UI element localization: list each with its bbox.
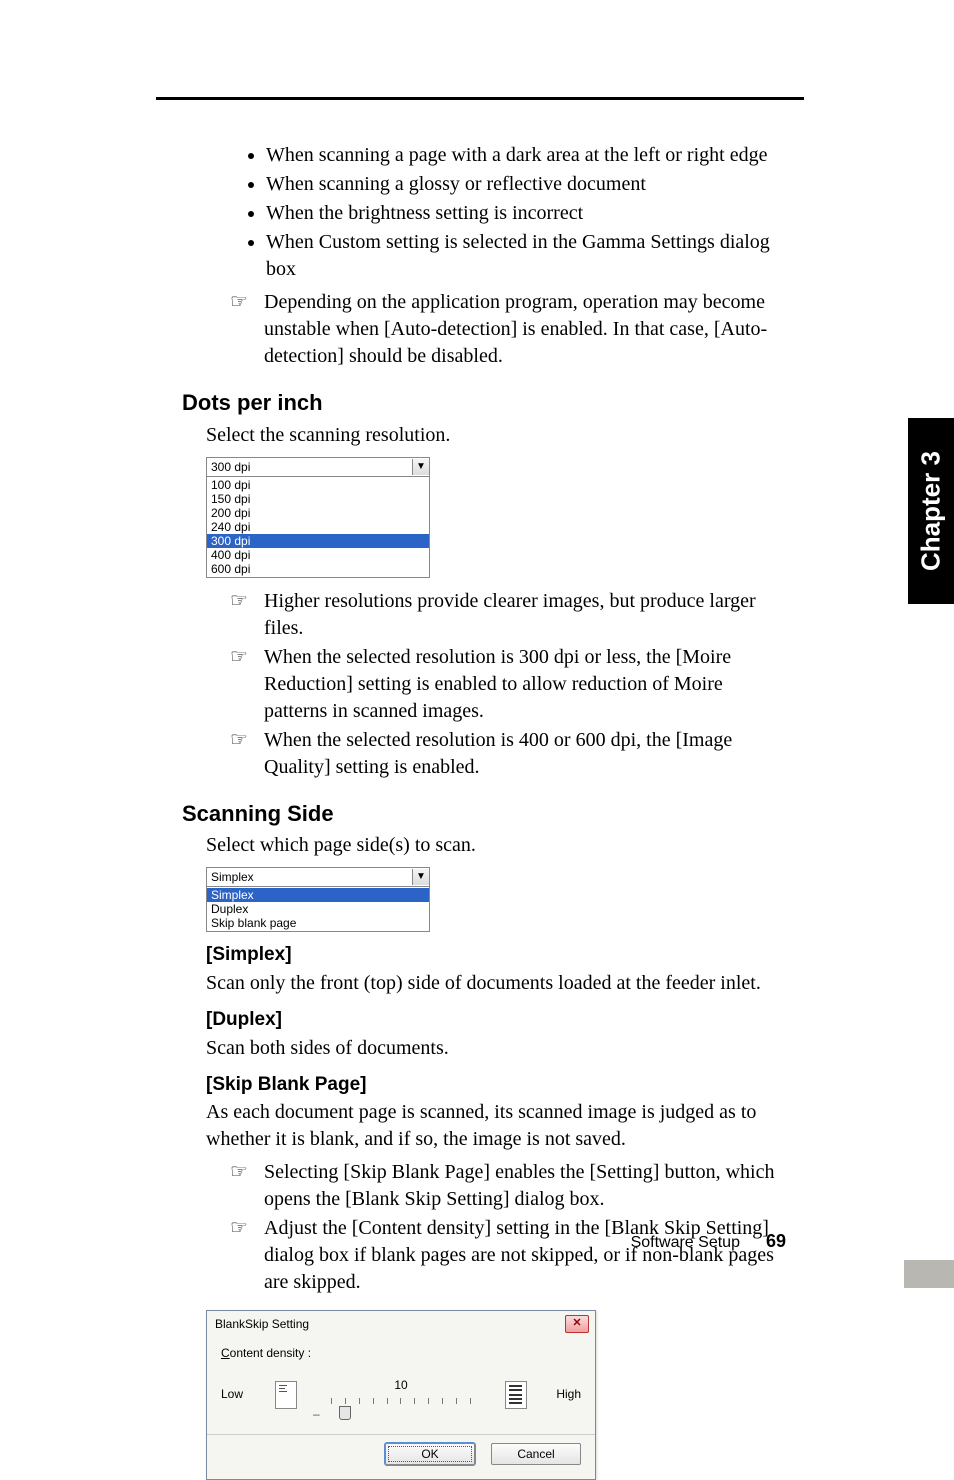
subheading-simplex: [Simplex]	[206, 942, 786, 968]
density-low-icon	[275, 1381, 297, 1409]
simplex-desc: Scan only the front (top) side of docume…	[206, 970, 786, 997]
intro-bullet: When scanning a page with a dark area at…	[266, 142, 786, 169]
page-footer: Software Setup 69	[631, 1231, 786, 1252]
dpi-option[interactable]: 240 dpi	[207, 520, 429, 534]
dpi-note: Higher resolutions provide clearer image…	[230, 588, 786, 642]
intro-notes: Depending on the application program, op…	[230, 289, 786, 370]
side-option[interactable]: Skip blank page	[207, 916, 429, 930]
close-icon[interactable]: ✕	[565, 1315, 589, 1333]
skip-note: Selecting [Skip Blank Page] enables the …	[230, 1159, 786, 1213]
dpi-note: When the selected resolution is 300 dpi …	[230, 644, 786, 725]
dialog-titlebar: BlankSkip Setting ✕	[207, 1311, 595, 1335]
blankskip-dialog: BlankSkip Setting ✕ Content density : Lo…	[206, 1310, 596, 1480]
dpi-option[interactable]: 150 dpi	[207, 492, 429, 506]
dpi-option[interactable]: 600 dpi	[207, 562, 429, 576]
dpi-intro: Select the scanning resolution.	[206, 422, 786, 449]
intro-note: Depending on the application program, op…	[230, 289, 786, 370]
content-density-mnemonic: C	[221, 1346, 230, 1360]
cancel-button[interactable]: Cancel	[491, 1443, 581, 1465]
intro-bullet: When scanning a glossy or reflective doc…	[266, 171, 786, 198]
scanning-side-dropdown[interactable]: Simplex ▼ Simplex Duplex Skip blank page	[206, 867, 430, 932]
dpi-option[interactable]: 400 dpi	[207, 548, 429, 562]
duplex-desc: Scan both sides of documents.	[206, 1035, 786, 1062]
skip-desc: As each document page is scanned, its sc…	[206, 1099, 786, 1153]
side-listbox[interactable]: Simplex Duplex Skip blank page	[206, 887, 430, 932]
scanning-side-intro: Select which page side(s) to scan.	[206, 832, 786, 859]
heading-scanning-side: Scanning Side	[182, 799, 786, 829]
dpi-combo[interactable]: 300 dpi ▼	[206, 457, 430, 477]
chevron-down-icon[interactable]: ▼	[412, 459, 429, 475]
footer-section: Software Setup	[631, 1234, 740, 1252]
dialog-title-text: BlankSkip Setting	[215, 1316, 309, 1332]
dpi-dropdown[interactable]: 300 dpi ▼ 100 dpi 150 dpi 200 dpi 240 dp…	[206, 457, 430, 578]
side-option[interactable]: Duplex	[207, 902, 429, 916]
dpi-option[interactable]: 300 dpi	[207, 534, 429, 548]
corner-tab	[904, 1260, 954, 1288]
footer-page-number: 69	[766, 1231, 786, 1252]
density-high-label: High	[545, 1386, 581, 1402]
heading-dpi: Dots per inch	[182, 388, 786, 418]
intro-bullet: When Custom setting is selected in the G…	[266, 229, 786, 283]
density-value: 10	[315, 1377, 487, 1393]
chapter-tab: Chapter 3	[908, 418, 954, 604]
dpi-note: When the selected resolution is 400 or 6…	[230, 727, 786, 781]
density-high-icon	[505, 1381, 527, 1409]
intro-bullet-list: When scanning a page with a dark area at…	[246, 142, 786, 283]
subheading-duplex: [Duplex]	[206, 1007, 786, 1033]
page-content: When scanning a page with a dark area at…	[182, 140, 786, 1480]
header-rule	[156, 97, 804, 100]
side-combo[interactable]: Simplex ▼	[206, 867, 430, 887]
side-option[interactable]: Simplex	[207, 888, 429, 902]
intro-bullet: When the brightness setting is incorrect	[266, 200, 786, 227]
subheading-skip-blank-page: [Skip Blank Page]	[206, 1072, 786, 1098]
dpi-listbox[interactable]: 100 dpi 150 dpi 200 dpi 240 dpi 300 dpi …	[206, 477, 430, 578]
dpi-combo-selected: 300 dpi	[207, 459, 412, 475]
dialog-separator	[207, 1434, 595, 1435]
dpi-option[interactable]: 100 dpi	[207, 478, 429, 492]
side-combo-selected: Simplex	[207, 869, 412, 885]
minus-icon: –	[313, 1406, 320, 1422]
dpi-option[interactable]: 200 dpi	[207, 506, 429, 520]
skip-notes: Selecting [Skip Blank Page] enables the …	[230, 1159, 786, 1296]
slider-thumb[interactable]	[339, 1406, 351, 1420]
content-density-label-rest: ontent density :	[230, 1346, 311, 1360]
skip-note: Adjust the [Content density] setting in …	[230, 1215, 786, 1296]
density-slider[interactable]: –	[331, 1398, 471, 1412]
chevron-down-icon[interactable]: ▼	[412, 869, 429, 885]
dpi-notes: Higher resolutions provide clearer image…	[230, 588, 786, 781]
ok-button[interactable]: OK	[385, 1443, 475, 1465]
density-low-label: Low	[221, 1386, 257, 1402]
